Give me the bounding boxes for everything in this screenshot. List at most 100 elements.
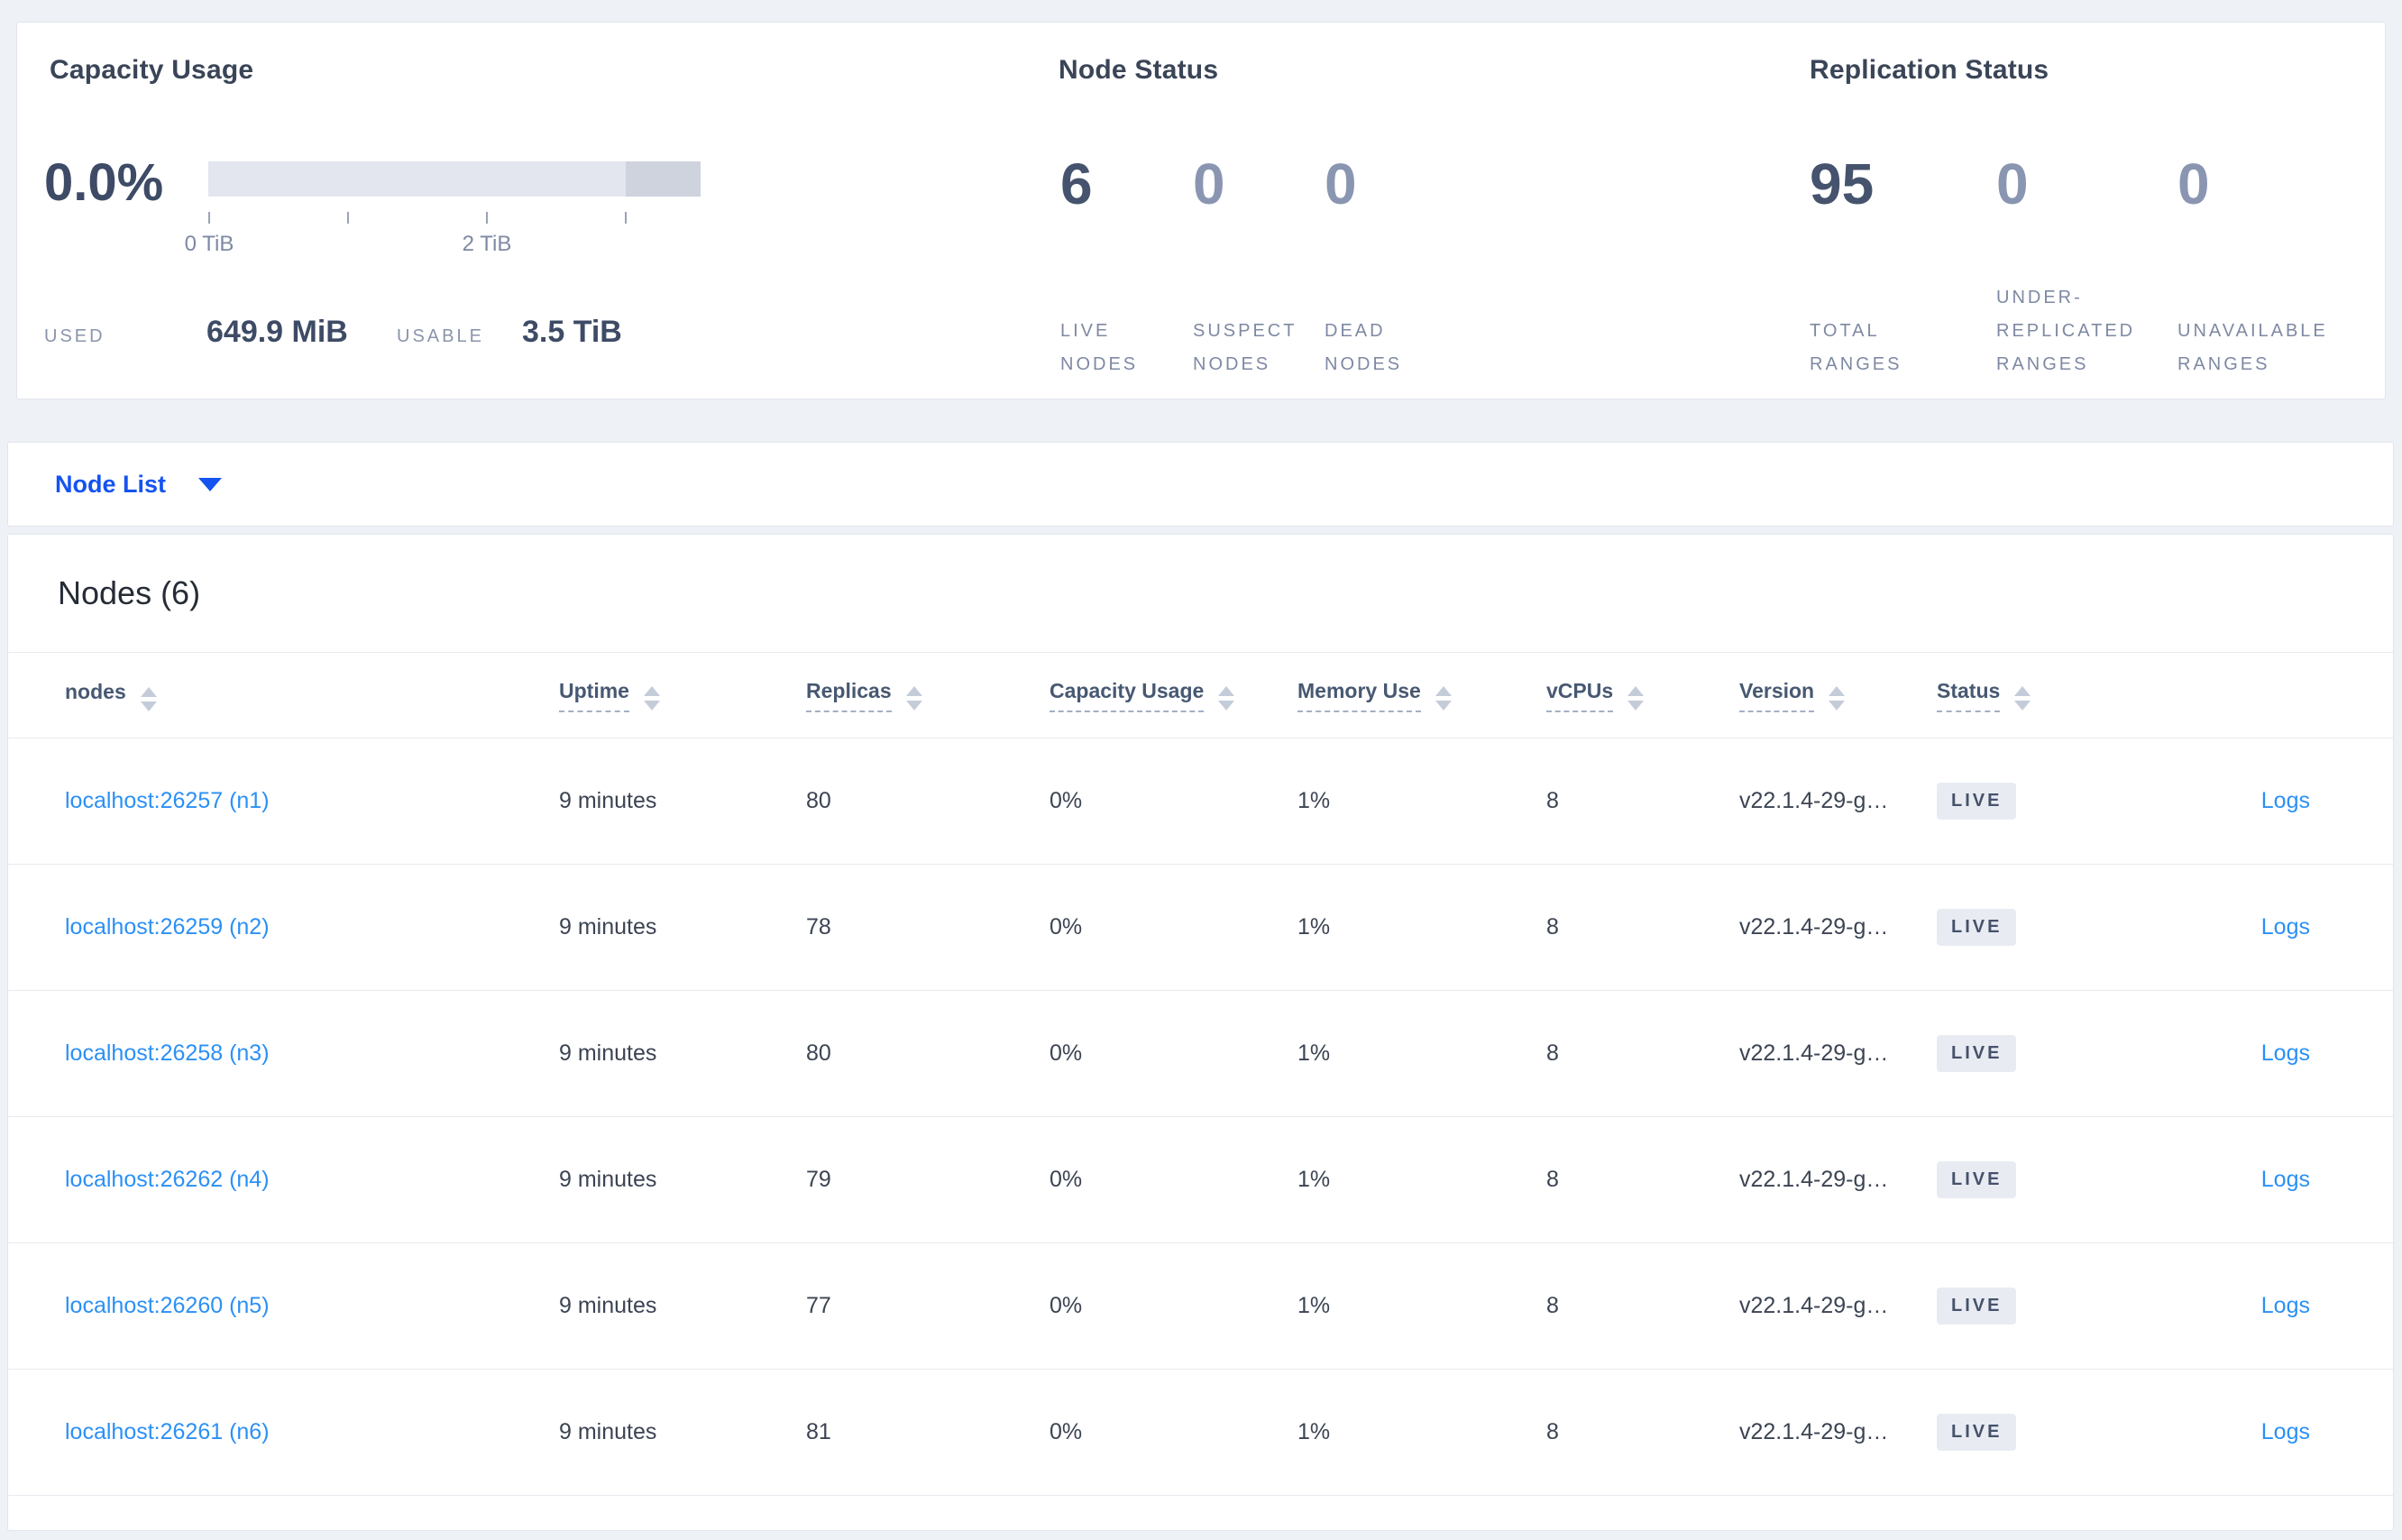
live-nodes-stat: 6 LIVE NODES [1060, 154, 1169, 381]
header-uptime[interactable]: Uptime [559, 679, 806, 712]
vcpus-cell: 8 [1546, 1167, 1559, 1192]
capacity-cell: 0% [1050, 1040, 1083, 1066]
usable-value: 3.5 TiB [522, 315, 622, 349]
header-nodes[interactable]: nodes [65, 680, 559, 711]
table-row: localhost:26257 (n1) 9 minutes 80 0% 1% … [8, 738, 2393, 865]
header-status[interactable]: Status [1937, 679, 2153, 712]
header-memory-use[interactable]: Memory Use [1297, 679, 1546, 712]
dead-nodes-stat: 0 DEAD NODES [1325, 154, 1433, 381]
capacity-axis-tick [486, 212, 488, 224]
node-status-title: Node Status [1059, 55, 1219, 85]
usable-label: USABLE [397, 326, 484, 346]
status-badge: LIVE [1937, 1288, 2017, 1325]
node-list-dropdown[interactable]: Node List [55, 470, 223, 499]
replicas-cell: 80 [806, 1040, 831, 1066]
unavailable-label: UNAVAILABLE RANGES [2177, 321, 2328, 374]
sort-icon [2014, 685, 2031, 710]
vcpus-cell: 8 [1546, 788, 1559, 813]
node-address-link[interactable]: localhost:26257 (n1) [65, 788, 270, 813]
version-cell: v22.1.4-29-g… [1739, 1419, 1889, 1444]
logs-link[interactable]: Logs [2261, 788, 2310, 813]
dead-nodes-label: DEAD NODES [1325, 321, 1403, 374]
uptime-cell: 9 minutes [559, 914, 657, 940]
chevron-down-icon [198, 477, 223, 491]
sort-icon [140, 686, 157, 711]
dead-nodes-count: 0 [1325, 151, 1357, 216]
header-version[interactable]: Version [1739, 679, 1937, 712]
status-badge: LIVE [1937, 1161, 2017, 1198]
logs-link[interactable]: Logs [2261, 1293, 2310, 1318]
capacity-cell: 0% [1050, 1167, 1083, 1192]
suspect-nodes-count: 0 [1193, 151, 1225, 216]
memory-cell: 1% [1297, 914, 1331, 940]
header-vcpus[interactable]: vCPUs [1546, 679, 1739, 712]
version-cell: v22.1.4-29-g… [1739, 1293, 1889, 1318]
table-row: localhost:26261 (n6) 9 minutes 81 0% 1% … [8, 1370, 2393, 1496]
unavailable-count: 0 [2177, 151, 2210, 216]
capacity-usage-title: Capacity Usage [50, 55, 254, 85]
status-badge: LIVE [1937, 783, 2017, 820]
table-row: localhost:26258 (n3) 9 minutes 80 0% 1% … [8, 991, 2393, 1117]
table-row: localhost:26262 (n4) 9 minutes 79 0% 1% … [8, 1117, 2393, 1243]
version-cell: v22.1.4-29-g… [1739, 914, 1889, 940]
capacity-axis-tick [347, 212, 349, 224]
under-replicated-count: 0 [1996, 151, 2029, 216]
memory-cell: 1% [1297, 1040, 1331, 1066]
nodes-table-panel: Nodes (6) nodes Uptime Replicas Capacity… [7, 534, 2394, 1531]
sort-icon [1435, 685, 1452, 710]
memory-cell: 1% [1297, 1419, 1331, 1444]
capacity-cell: 0% [1050, 788, 1083, 813]
capacity-percent-value: 0.0% [44, 153, 164, 212]
version-cell: v22.1.4-29-g… [1739, 1040, 1889, 1066]
logs-link[interactable]: Logs [2261, 914, 2310, 940]
vcpus-cell: 8 [1546, 914, 1559, 940]
suspect-nodes-label: SUSPECT NODES [1193, 321, 1297, 374]
memory-cell: 1% [1297, 1167, 1331, 1192]
uptime-cell: 9 minutes [559, 788, 657, 813]
under-replicated-ranges-stat: 0 UNDER-REPLICATED RANGES [1996, 154, 2177, 381]
status-badge: LIVE [1937, 1414, 2017, 1451]
header-capacity-usage[interactable]: Capacity Usage [1050, 679, 1297, 712]
sort-icon [1829, 685, 1846, 710]
logs-link[interactable]: Logs [2261, 1419, 2310, 1444]
vcpus-cell: 8 [1546, 1419, 1559, 1444]
replicas-cell: 79 [806, 1167, 831, 1192]
node-address-link[interactable]: localhost:26260 (n5) [65, 1293, 270, 1318]
live-nodes-count: 6 [1060, 151, 1093, 216]
capacity-cell: 0% [1050, 1293, 1083, 1318]
status-badge: LIVE [1937, 1035, 2017, 1072]
vcpus-cell: 8 [1546, 1293, 1559, 1318]
header-replicas[interactable]: Replicas [806, 679, 1050, 712]
used-value: 649.9 MiB [206, 315, 348, 349]
memory-cell: 1% [1297, 788, 1331, 813]
suspect-nodes-stat: 0 SUSPECT NODES [1193, 154, 1310, 381]
uptime-cell: 9 minutes [559, 1419, 657, 1444]
sort-icon [905, 685, 922, 710]
node-address-link[interactable]: localhost:26261 (n6) [65, 1419, 270, 1444]
total-ranges-stat: 95 TOTAL RANGES [1810, 154, 1936, 381]
memory-cell: 1% [1297, 1293, 1331, 1318]
unavailable-ranges-stat: 0 UNAVAILABLE RANGES [2177, 154, 2371, 381]
capacity-bar-nonusable-segment [626, 161, 701, 197]
nodes-table-title: Nodes (6) [58, 574, 201, 611]
logs-link[interactable]: Logs [2261, 1040, 2310, 1066]
used-label: USED [44, 326, 105, 346]
cluster-summary-panel: Capacity Usage 0.0% 0 TiB 2 TiB USED 649… [16, 22, 2386, 399]
capacity-axis-tick [208, 212, 210, 224]
replicas-cell: 77 [806, 1293, 831, 1318]
node-address-link[interactable]: localhost:26262 (n4) [65, 1167, 270, 1192]
capacity-cell: 0% [1050, 1419, 1083, 1444]
uptime-cell: 9 minutes [559, 1040, 657, 1066]
logs-link[interactable]: Logs [2261, 1167, 2310, 1192]
vcpus-cell: 8 [1546, 1040, 1559, 1066]
sort-icon [643, 685, 660, 710]
capacity-axis-label-2: 2 TiB [462, 232, 512, 256]
replicas-cell: 80 [806, 788, 831, 813]
version-cell: v22.1.4-29-g… [1739, 1167, 1889, 1192]
node-address-link[interactable]: localhost:26258 (n3) [65, 1040, 270, 1066]
capacity-used-usable-row: USED 649.9 MiB USABLE 3.5 TiB [44, 315, 622, 350]
node-list-dropdown-label: Node List [55, 470, 167, 498]
capacity-axis-tick [625, 212, 627, 224]
capacity-axis-label-0: 0 TiB [184, 232, 234, 256]
node-address-link[interactable]: localhost:26259 (n2) [65, 914, 270, 940]
